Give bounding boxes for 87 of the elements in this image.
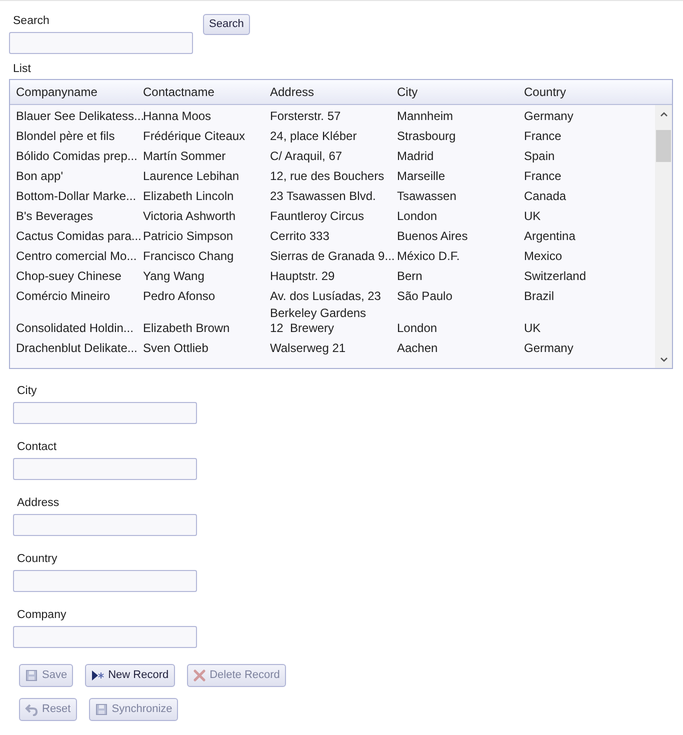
table-cell-text: Tsawassen [397, 189, 458, 205]
input-field[interactable] [13, 514, 197, 536]
table-cell-text: Chop-suey Chinese [16, 269, 122, 285]
field-label: Country [17, 552, 58, 566]
table-cell-text: B's Beverages [16, 209, 94, 225]
table-cell-text: Consolidated Holdin... [16, 321, 134, 337]
table-cell-text: UK [524, 209, 542, 225]
table-cell-text: Berkeley Gardens 12 Brewery [270, 306, 368, 337]
table-cell-text: Drachenblut Delikate... [16, 341, 138, 357]
table-cell-text: Av. dos Lusíadas, 23 [270, 289, 382, 305]
column-header[interactable]: Country [524, 83, 651, 101]
table-cell-text: Francisco Chang [143, 249, 235, 265]
table-cell-text: Walserweg 21 [270, 341, 347, 357]
delete-x-icon [192, 669, 206, 682]
table-cell-text: Fauntleroy Circus [270, 209, 366, 225]
table-cell-text: Canada [524, 189, 568, 205]
field-label: Address [17, 496, 60, 510]
search-field[interactable] [9, 32, 193, 54]
table-cell-text: Cactus Comidas para... [16, 229, 142, 245]
table-cell-text: Blondel père et fils [16, 129, 116, 145]
table-cell-text: London [397, 209, 438, 225]
undo-arrow-icon [25, 703, 38, 716]
table-cell-text: UK [524, 321, 542, 337]
table-cell-text: Forsterstr. 57 [270, 109, 342, 125]
column-header[interactable]: Contactname [143, 83, 270, 101]
field-label: City [17, 384, 38, 398]
search-label: Search [13, 14, 50, 28]
table-cell-text: Buenos Aires [397, 229, 469, 245]
table-cell-text: Mexico [524, 249, 564, 265]
table-cell-text: Switzerland [524, 269, 588, 285]
table-cell-text: Bon app' [16, 169, 64, 185]
input-field[interactable] [13, 626, 197, 648]
table-cell-text: 12, rue des Bouchers [270, 169, 386, 185]
table-cell-text: Hauptstr. 29 [270, 269, 336, 285]
table-cell-text: 23 Tsawassen Blvd. [270, 189, 377, 205]
table-cell-text: Yang Wang [143, 269, 206, 285]
table-cell-text: Pedro Afonso [143, 289, 216, 305]
table-cell-text: Patricio Simpson [143, 229, 234, 245]
table-cell-text: Bottom-Dollar Marke... [16, 189, 138, 205]
table-cell-text: Strasbourg [397, 129, 457, 145]
table-cell-text: Aachen [397, 341, 439, 357]
column-header[interactable]: City [397, 83, 524, 101]
column-header[interactable]: Companyname [16, 83, 143, 101]
input-field[interactable] [13, 570, 197, 592]
table-cell-text: Sierras de Granada 9... [270, 249, 396, 265]
scrollbar[interactable] [655, 105, 672, 368]
scroll-thumb[interactable] [656, 130, 671, 162]
scroll-down-icon[interactable] [660, 357, 668, 363]
table-cell-text: Bern [397, 269, 424, 285]
table-cell-text: Germany [524, 341, 574, 357]
input-field[interactable] [13, 402, 197, 424]
table-cell-text: Mannheim [397, 109, 454, 125]
table-cell-text: Hanna Moos [143, 109, 212, 125]
table-cell-text: Spain [524, 149, 556, 165]
action-button[interactable]: New Record [85, 664, 175, 687]
table-cell-text: Comércio Mineiro [16, 289, 112, 305]
table-cell-text: Argentina [524, 229, 576, 245]
table-cell-text: Germany [524, 109, 574, 125]
table-cell-text: France [524, 129, 562, 145]
table-cell-text: Martín Sommer [143, 149, 227, 165]
column-header[interactable]: Address [270, 83, 397, 101]
table-cell-text: Madrid [397, 149, 435, 165]
table-cell-text: Marseille [397, 169, 446, 185]
input-field[interactable] [13, 458, 197, 480]
table-cell-text: Elizabeth Brown [143, 321, 231, 337]
list-label: List [13, 62, 31, 76]
table-cell-text: México D.F. [397, 249, 461, 265]
table-cell-text: Sven Ottlieb [143, 341, 210, 357]
table-cell-text: Elizabeth Lincoln [143, 189, 235, 205]
field-label: Contact [17, 440, 58, 454]
table-cell-text: 24, place Kléber [270, 129, 358, 145]
field-label: Company [17, 608, 68, 622]
search-button[interactable]: Search [203, 14, 250, 35]
table-cell-text: Brazil [524, 289, 556, 305]
table-cell-text: Cerrito 333 [270, 229, 330, 245]
table-cell-text: London [397, 321, 438, 337]
table-cell-text: Frédérique Citeaux [143, 129, 246, 145]
scroll-up-icon[interactable] [660, 111, 668, 117]
table-cell-text: Laurence Lebihan [143, 169, 240, 185]
table-cell-text: Centro comercial Mo... [16, 249, 138, 265]
table-cell-text: France [524, 169, 562, 185]
table-cell-text: São Paulo [397, 289, 454, 305]
table-cell-text: Blauer See Delikatess... [16, 109, 143, 125]
new-record-icon [91, 669, 104, 682]
table-cell-text: C/ Araquil, 67 [270, 149, 344, 165]
table-cell-text: Bólido Comidas prep... [16, 149, 138, 165]
table-cell-text: Victoria Ashworth [143, 209, 236, 225]
